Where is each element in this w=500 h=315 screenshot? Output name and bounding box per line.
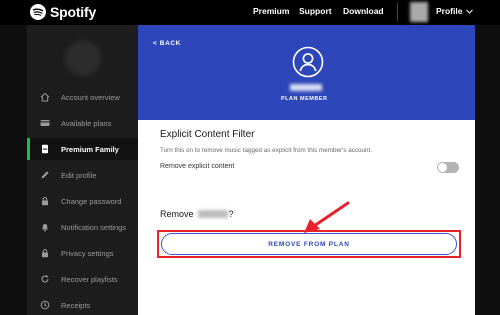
nav-link-support[interactable]: Support — [299, 6, 332, 16]
sidebar-item-premium-family[interactable]: Premium Family — [27, 138, 138, 160]
filter-description: Turn this on to remove music tagged as e… — [160, 147, 373, 154]
top-navigation-bar: Spotify Premium Support Download Profile — [0, 0, 500, 25]
user-icon — [292, 46, 324, 78]
toggle-knob — [438, 163, 447, 172]
lock-icon — [39, 248, 50, 259]
filter-title: Explicit Content Filter — [160, 129, 255, 140]
refresh-icon — [39, 274, 50, 285]
account-sidebar: Account overview Available plans Premium… — [27, 25, 138, 315]
family-icon — [39, 144, 50, 155]
member-name-redacted — [290, 84, 322, 91]
chevron-down-icon — [466, 8, 474, 14]
nav-link-download[interactable]: Download — [343, 6, 384, 16]
profile-menu[interactable]: Profile — [436, 6, 474, 16]
sidebar-item-receipts[interactable]: Receipts — [27, 294, 138, 315]
card-icon — [39, 118, 50, 129]
sidebar-item-recover-playlists[interactable]: Recover playlists — [27, 268, 138, 290]
bell-icon — [39, 222, 50, 233]
member-role-label: PLAN MEMBER — [281, 96, 328, 102]
brand-name: Spotify — [50, 4, 97, 20]
lock-icon — [39, 196, 50, 207]
explicit-content-toggle[interactable] — [437, 162, 459, 173]
sidebar-item-notification-settings[interactable]: Notification settings — [27, 216, 138, 238]
remove-member-heading: Remove ? — [160, 209, 234, 219]
sidebar-item-label: Receipts — [61, 300, 91, 310]
sidebar-item-label: Recover playlists — [61, 274, 118, 284]
home-icon — [39, 92, 50, 103]
sidebar-item-label: Privacy settings — [61, 248, 114, 258]
sidebar-item-label: Edit profile — [61, 170, 97, 180]
back-link[interactable]: < BACK — [153, 40, 181, 47]
remove-heading-prefix: Remove — [160, 209, 194, 219]
explicit-toggle-label: Remove explicit content — [160, 163, 235, 170]
sidebar-item-label: Change password — [61, 196, 122, 206]
sidebar-item-label: Notification settings — [61, 222, 127, 232]
annotation-arrow-icon — [304, 201, 350, 233]
sidebar-item-account-overview[interactable]: Account overview — [27, 86, 138, 108]
profile-label: Profile — [436, 6, 463, 16]
sidebar-item-label: Available plans — [61, 118, 112, 128]
member-header: < BACK PLAN MEMBER — [138, 25, 475, 120]
sidebar-item-label: Account overview — [61, 92, 120, 102]
member-name-redacted — [197, 210, 228, 218]
avatar[interactable] — [410, 2, 428, 22]
sidebar-item-change-password[interactable]: Change password — [27, 190, 138, 212]
nav-link-premium[interactable]: Premium — [253, 6, 289, 16]
remove-heading-suffix: ? — [228, 209, 234, 219]
pencil-icon — [39, 170, 50, 181]
remove-from-plan-button[interactable]: REMOVE FROM PLAN — [161, 233, 457, 255]
spotify-logo[interactable]: Spotify — [30, 3, 96, 21]
active-indicator — [27, 138, 30, 160]
clock-icon — [39, 300, 50, 311]
sidebar-avatar — [65, 40, 101, 76]
sidebar-item-label: Premium Family — [61, 144, 119, 154]
sidebar-item-edit-profile[interactable]: Edit profile — [27, 164, 138, 186]
sidebar-item-available-plans[interactable]: Available plans — [27, 112, 138, 134]
spotify-logo-icon — [30, 4, 46, 20]
nav-divider — [397, 3, 398, 21]
sidebar-item-privacy-settings[interactable]: Privacy settings — [27, 242, 138, 264]
